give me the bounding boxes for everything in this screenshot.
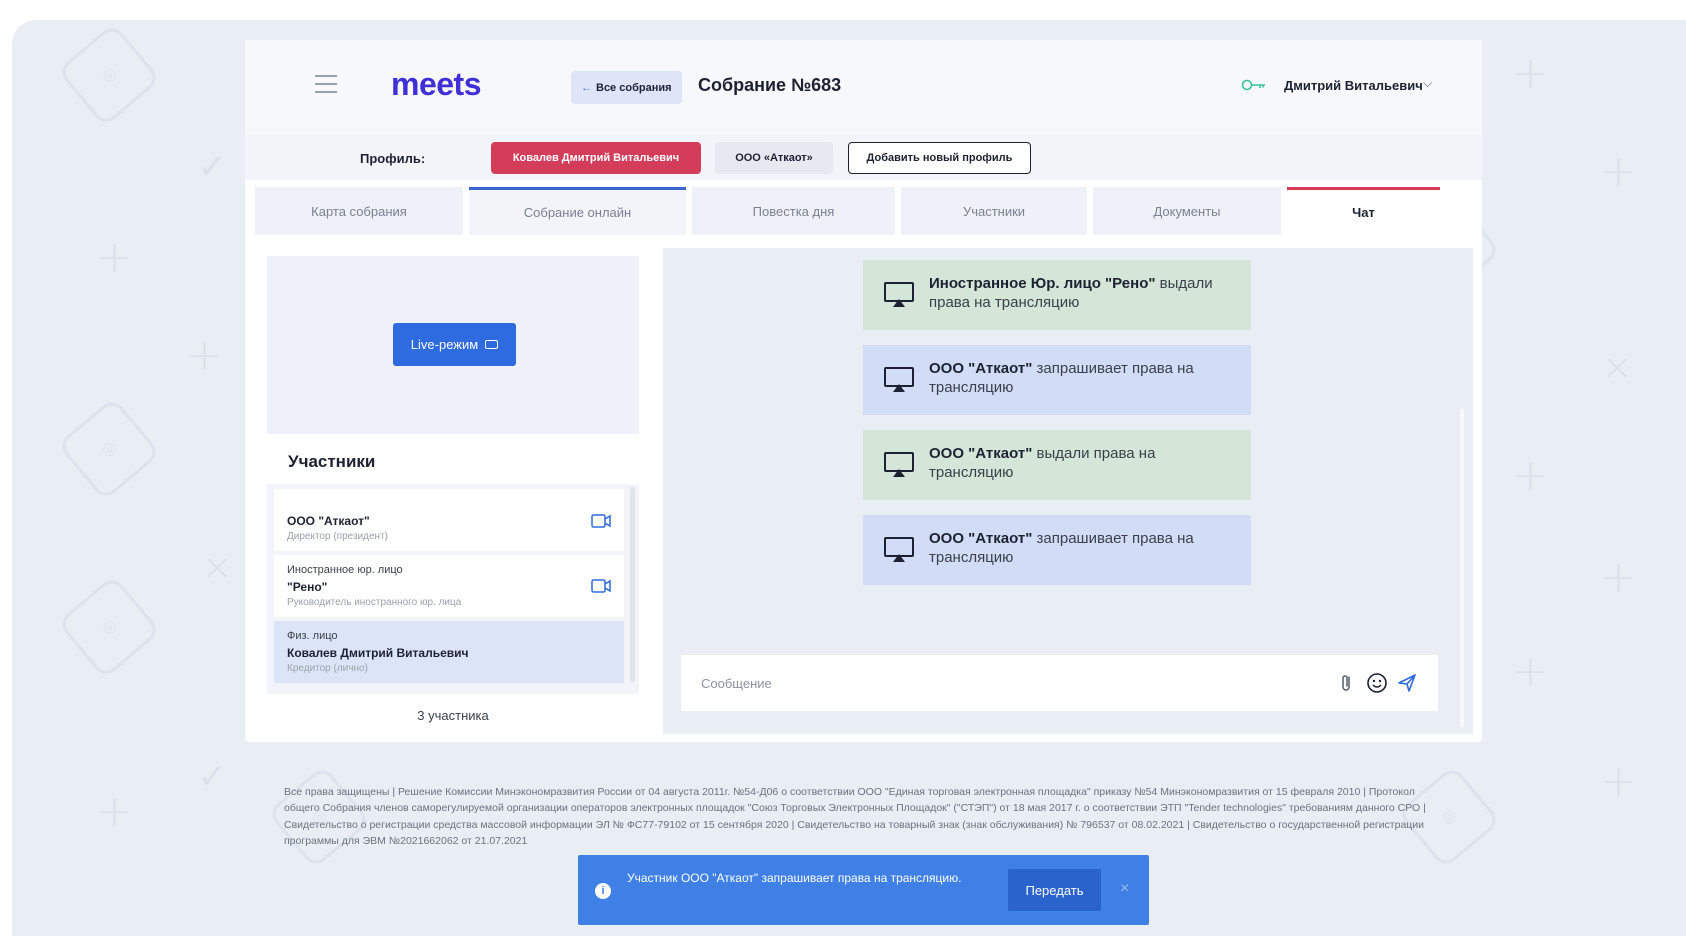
tab-meeting-online[interactable]: Собрание онлайн	[469, 187, 686, 235]
participant-name: ООО "Аткаот"	[287, 514, 370, 528]
close-icon[interactable]: ×	[1120, 880, 1129, 898]
plus-decoration-icon: +	[1512, 450, 1549, 501]
transfer-button[interactable]: Передать	[1008, 869, 1101, 911]
participants-scrollbar[interactable]	[630, 487, 635, 682]
participant-role: Руководитель иностранного юр. лица	[287, 597, 462, 608]
message-author: Иностранное Юр. лицо "Рено"	[929, 275, 1156, 292]
plus-decoration-icon: +	[96, 232, 133, 283]
camera-icon[interactable]	[591, 514, 611, 528]
chat-scrollbar[interactable]	[1460, 408, 1464, 728]
chat-panel: Иностранное Юр. лицо "Рено" выдали права…	[663, 248, 1473, 734]
chevron-down-icon[interactable]: ⌵	[1423, 76, 1432, 91]
footer-legal-text: Все права защищены | Решение Комиссии Ми…	[284, 786, 1426, 847]
broadcast-icon	[884, 537, 914, 562]
message-author: ООО "Аткаот"	[929, 445, 1033, 462]
send-icon[interactable]	[1396, 672, 1418, 694]
message-author: ООО "Аткаот"	[929, 360, 1033, 377]
cross-decoration-icon: ×	[202, 547, 233, 588]
plus-decoration-icon: +	[96, 786, 133, 837]
broadcast-icon	[884, 452, 914, 477]
plus-decoration-icon: +	[1512, 646, 1549, 697]
tab-participants[interactable]: Участники	[901, 187, 1087, 235]
check-decoration-icon: ✓	[198, 757, 227, 797]
plus-decoration-icon: +	[186, 330, 223, 381]
profile-active-button[interactable]: Ковалев Дмитрий Витальевич	[491, 142, 701, 174]
key-icon[interactable]	[1241, 78, 1267, 92]
live-mode-button[interactable]: Live-режим	[393, 323, 516, 366]
participants-count: 3 участника	[417, 708, 489, 723]
logo[interactable]: meets	[391, 66, 482, 103]
participant-role: Кредитор (лично)	[287, 663, 368, 674]
participants-heading: Участники	[288, 452, 376, 471]
meets-watermark-icon: ◎	[56, 574, 162, 680]
meets-watermark-icon: ◎	[56, 396, 162, 502]
add-profile-button[interactable]: Добавить новый профиль	[848, 142, 1031, 174]
chat-message: ООО "Аткаот" выдали права на трансляцию	[863, 430, 1251, 500]
all-meetings-button[interactable]: ← Все собрания	[571, 71, 682, 104]
broadcast-icon	[884, 282, 914, 307]
plus-decoration-icon: +	[1600, 756, 1637, 807]
participant-name: "Рено"	[287, 580, 328, 594]
plus-decoration-icon: +	[1600, 146, 1637, 197]
participants-list: ООО "Аткаот" Директор (президент) Иностр…	[267, 484, 639, 694]
emoji-icon[interactable]	[1366, 672, 1388, 694]
message-author: ООО "Аткаот"	[929, 530, 1033, 547]
tab-agenda[interactable]: Повестка дня	[692, 187, 895, 235]
participant-role: Директор (президент)	[287, 531, 388, 542]
profile-org-button[interactable]: ООО «Аткаот»	[715, 142, 833, 174]
all-meetings-label: Все собрания	[596, 81, 672, 94]
tab-meeting-map[interactable]: Карта собрания	[255, 187, 463, 235]
participants-panel: Live-режим Участники ООО "Аткаот" Директ…	[267, 256, 639, 734]
check-decoration-icon: ✓	[198, 147, 227, 187]
profile-bar: Профиль: Ковалев Дмитрий Витальевич ООО …	[245, 135, 1482, 180]
header: meets ← Все собрания Собрание №683 Дмитр…	[245, 40, 1482, 135]
broadcast-icon	[884, 367, 914, 392]
toast-message: Участник ООО "Аткаот" запрашивает права …	[627, 871, 962, 885]
list-item[interactable]: Физ. лицо Ковалев Дмитрий Витальевич Кре…	[274, 621, 624, 683]
meets-watermark-icon: ◎	[56, 22, 162, 128]
paperclip-icon[interactable]	[1336, 672, 1358, 694]
participant-type: Физ. лицо	[287, 630, 338, 642]
cross-decoration-icon: ×	[1602, 347, 1633, 388]
page-title: Собрание №683	[698, 75, 842, 95]
video-preview: Live-режим	[267, 256, 639, 434]
chat-message: ООО "Аткаот" запрашивает права на трансл…	[863, 345, 1251, 415]
participant-type: Иностранное юр. лицо	[287, 564, 403, 576]
camera-icon[interactable]	[591, 579, 611, 593]
info-icon: i	[595, 883, 611, 899]
chat-message: Иностранное Юр. лицо "Рено" выдали права…	[863, 260, 1251, 330]
live-mode-label: Live-режим	[410, 337, 479, 352]
participant-name: Ковалев Дмитрий Витальевич	[287, 646, 469, 660]
screen-icon	[485, 340, 499, 349]
message-input[interactable]	[701, 675, 1328, 691]
list-item[interactable]: Иностранное юр. лицо "Рено" Руководитель…	[274, 555, 624, 617]
menu-icon[interactable]	[315, 75, 337, 93]
profile-label: Профиль:	[360, 151, 426, 166]
chat-message: ООО "Аткаот" запрашивает права на трансл…	[863, 515, 1251, 585]
arrow-left-icon: ←	[581, 81, 592, 94]
list-item[interactable]: ООО "Аткаот" Директор (президент)	[274, 489, 624, 551]
message-composer	[681, 655, 1438, 711]
app-window: meets ← Все собрания Собрание №683 Дмитр…	[245, 40, 1482, 742]
notification-toast: i Участник ООО "Аткаот" запрашивает прав…	[578, 855, 1149, 925]
user-menu[interactable]: Дмитрий Витальевич	[1284, 78, 1423, 93]
plus-decoration-icon: +	[1512, 48, 1549, 99]
tab-documents[interactable]: Документы	[1093, 187, 1281, 235]
plus-decoration-icon: +	[1600, 552, 1637, 603]
tab-chat[interactable]: Чат	[1287, 187, 1440, 235]
